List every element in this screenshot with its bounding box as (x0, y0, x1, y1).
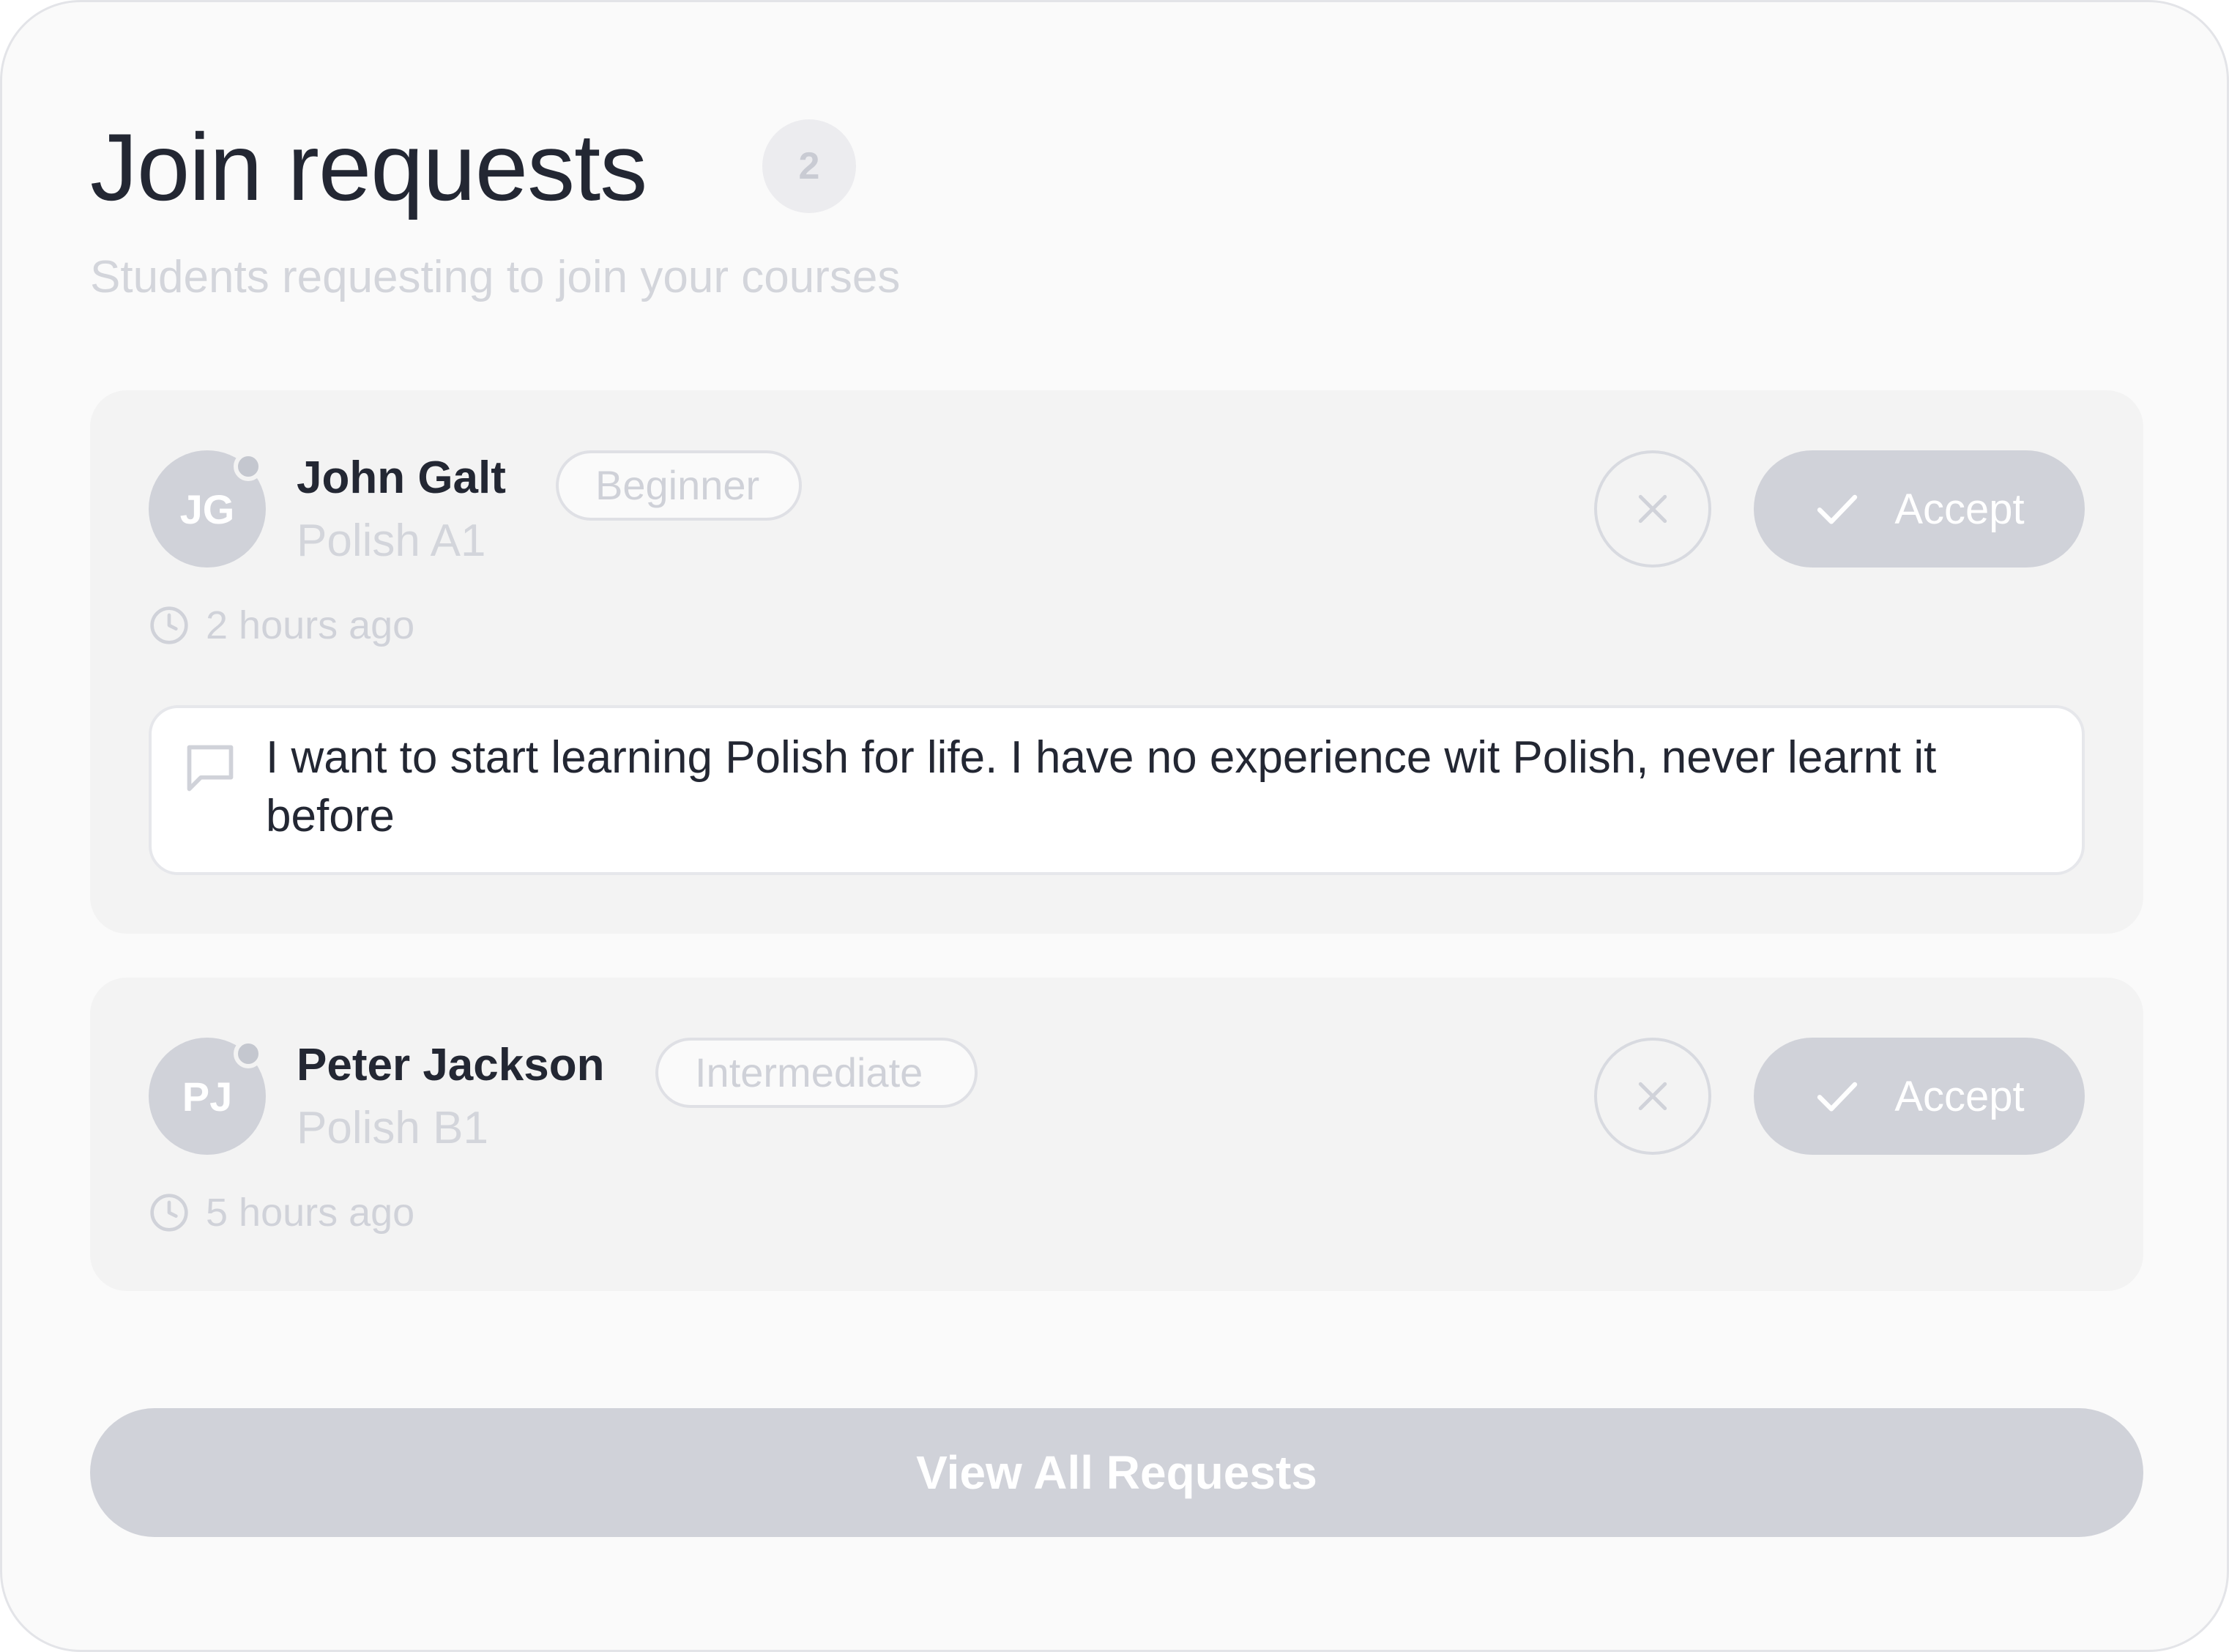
request-time: 5 hours ago (149, 1190, 414, 1235)
reject-button[interactable] (1594, 1038, 1711, 1155)
request-card: PJ Peter Jackson Intermediate Polish B1 … (90, 978, 2143, 1291)
join-requests-card: Join requests 2 Students requesting to j… (0, 0, 2229, 1652)
page-title: Join requests (90, 114, 647, 220)
message-text: I want to start learning Polish for life… (266, 732, 1937, 841)
request-count-badge: 2 (762, 119, 856, 213)
accept-label: Accept (1894, 1072, 2025, 1120)
check-icon (1817, 494, 1858, 524)
check-icon (1817, 1082, 1858, 1112)
student-name: Peter Jackson (297, 1040, 605, 1090)
accept-label: Accept (1894, 485, 2025, 533)
clock-icon (150, 1194, 188, 1232)
request-message: I want to start learning Polish for life… (149, 705, 2085, 875)
avatar-initials: PJ (182, 1073, 233, 1120)
close-icon (1638, 1082, 1667, 1111)
clock-icon (150, 606, 188, 644)
page-subtitle: Students requesting to join your courses (90, 252, 901, 302)
request-time: 2 hours ago (149, 603, 414, 648)
student-name: John Galt (297, 453, 506, 503)
reject-button[interactable] (1594, 450, 1711, 568)
level-badge: Intermediate (655, 1038, 978, 1108)
time-label: 2 hours ago (206, 603, 415, 647)
message-icon (187, 745, 234, 792)
view-all-requests-button[interactable]: View All Requests (90, 1408, 2143, 1537)
status-dot (234, 452, 263, 481)
time-label: 5 hours ago (206, 1191, 415, 1235)
accept-button[interactable]: Accept (1754, 450, 2085, 568)
avatar: PJ (149, 1038, 266, 1155)
course-name: Polish B1 (297, 1103, 488, 1153)
level-badge: Beginner (556, 450, 802, 521)
request-card: JG John Galt Beginner Polish A1 2 hours … (90, 390, 2143, 934)
avatar: JG (149, 450, 266, 568)
accept-button[interactable]: Accept (1754, 1038, 2085, 1155)
status-dot (234, 1039, 263, 1068)
course-name: Polish A1 (297, 516, 486, 566)
avatar-initials: JG (179, 485, 235, 532)
close-icon (1638, 494, 1667, 524)
